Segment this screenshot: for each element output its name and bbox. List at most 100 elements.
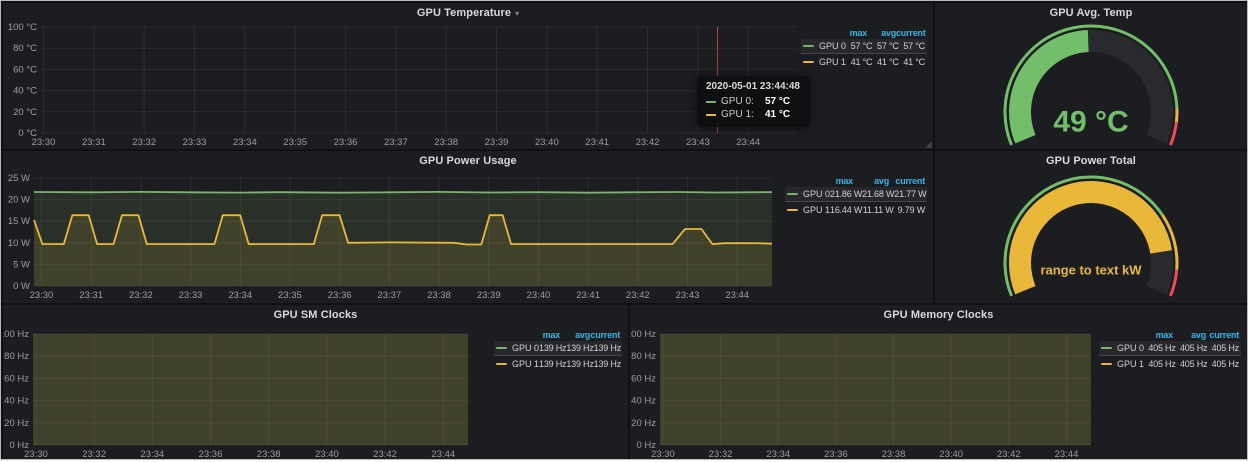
- x-axis-tick-label: 23:40: [527, 290, 551, 301]
- chart-gpu-power-usage[interactable]: 0 W5 W10 W15 W20 W25 W23:3023:3123:3223:…: [3, 171, 785, 303]
- panel-title-gpu-power-usage[interactable]: GPU Power Usage: [419, 155, 516, 167]
- legend-series-name[interactable]: GPU 1: [819, 57, 846, 67]
- y-axis-tick-label: 25 W: [8, 173, 30, 184]
- legend-series-name[interactable]: GPU 1: [803, 205, 830, 215]
- x-axis-tick-label: 23:32: [129, 290, 153, 301]
- legend-header-row: maxavgcurrent: [801, 26, 927, 39]
- chart-canvas[interactable]: 0 Hz20 Hz40 Hz60 Hz80 Hz100 Hz23:3023:32…: [630, 325, 1099, 459]
- legend-row-gpu-1[interactable]: GPU 1139 Hz139 Hz139 Hz: [494, 356, 622, 371]
- series-line-gpu-0: [34, 192, 772, 193]
- legend-row-gpu-1[interactable]: GPU 116.44 W11.11 W9.79 W: [785, 202, 927, 217]
- resize-handle[interactable]: [925, 141, 932, 148]
- legend-value: 139 Hz: [566, 343, 593, 353]
- legend-row-gpu-0[interactable]: GPU 0405 Hz405 Hz405 Hz: [1099, 341, 1241, 356]
- legend-header-row: maxavgcurrent: [1099, 328, 1241, 341]
- panel-title-gpu-temperature[interactable]: GPU Temperature: [417, 7, 511, 19]
- panel-title-gpu-power-total[interactable]: GPU Power Total: [1046, 155, 1136, 167]
- legend-series-name[interactable]: GPU 0: [1117, 343, 1144, 353]
- legend-value: 41 °C: [872, 57, 898, 67]
- x-axis-tick-label: 23:35: [283, 137, 307, 148]
- legend-series-color-dash: [1101, 363, 1112, 365]
- chart-gpu-sm-clocks[interactable]: 0 Hz20 Hz40 Hz60 Hz80 Hz100 Hz23:3023:32…: [3, 325, 494, 459]
- y-axis-tick-label: 0 W: [13, 281, 30, 292]
- gauge-canvas: 49 °C: [935, 23, 1247, 149]
- x-axis-tick-label: 23:38: [882, 449, 906, 459]
- tooltip-series-name: GPU 0:: [721, 95, 765, 108]
- legend-series-color-dash: [787, 193, 798, 195]
- x-axis-tick-label: 23:32: [132, 137, 156, 148]
- series-fill-gpu-1: [33, 334, 468, 445]
- legend-column-header-current: current: [889, 176, 925, 186]
- panel-header[interactable]: GPU Power Total: [935, 151, 1247, 171]
- chart-canvas[interactable]: 0 W5 W10 W15 W20 W25 W23:3023:3123:3223:…: [3, 171, 785, 303]
- chart-gpu-memory-clocks[interactable]: 0 Hz20 Hz40 Hz60 Hz80 Hz100 Hz23:3023:32…: [630, 325, 1099, 459]
- panel-header[interactable]: GPU Memory Clocks: [630, 305, 1247, 325]
- tooltip-series-row: GPU 1:41 °C: [706, 108, 800, 121]
- legend-value: 139 Hz: [539, 359, 566, 369]
- legend-row-gpu-1[interactable]: GPU 1405 Hz405 Hz405 Hz: [1099, 356, 1241, 371]
- x-axis-tick-label: 23:40: [939, 449, 963, 459]
- legend-series-color-dash: [1101, 347, 1112, 349]
- chevron-down-icon: ▾: [515, 9, 519, 18]
- legend-series-color-dash: [787, 209, 798, 211]
- legend-series-name[interactable]: GPU 0: [819, 41, 846, 51]
- legend-series-name[interactable]: GPU 1: [1117, 359, 1144, 369]
- x-axis-tick-label: 23:44: [725, 290, 749, 301]
- x-axis-tick-label: 23:40: [535, 137, 559, 148]
- tooltip-series-row: GPU 0:57 °C: [706, 95, 800, 108]
- panel-header[interactable]: GPU Temperature ▾: [3, 3, 933, 23]
- legend-gpu-sm-clocks: maxavgcurrentGPU 0139 Hz139 Hz139 HzGPU …: [494, 325, 628, 459]
- x-axis-tick-label: 23:38: [434, 137, 458, 148]
- panel-title-gpu-avg-temp[interactable]: GPU Avg. Temp: [1050, 7, 1133, 19]
- legend-series-name[interactable]: GPU 0: [512, 343, 539, 353]
- y-axis-tick-label: 20 W: [8, 195, 30, 206]
- x-axis-tick-label: 23:30: [32, 137, 56, 148]
- legend-value: 139 Hz: [594, 359, 621, 369]
- tooltip-series-color-dash: [706, 101, 716, 103]
- legend-value: 57 °C: [872, 41, 898, 51]
- legend-header-row: maxavgcurrent: [785, 174, 927, 187]
- legend-row-gpu-0[interactable]: GPU 0139 Hz139 Hz139 Hz: [494, 341, 622, 356]
- chart-canvas[interactable]: 0 Hz20 Hz40 Hz60 Hz80 Hz100 Hz23:3023:32…: [3, 325, 494, 459]
- legend-row-gpu-0[interactable]: GPU 021.86 W21.68 W21.77 W: [785, 187, 927, 202]
- y-axis-tick-label: 60 °C: [13, 64, 37, 75]
- legend-value: 41 °C: [846, 57, 872, 67]
- gauge-value-text: range to text kW: [1040, 263, 1142, 278]
- legend-value: 11.11 W: [862, 205, 893, 215]
- panel-header[interactable]: GPU SM Clocks: [3, 305, 628, 325]
- x-axis-tick-label: 23:41: [576, 290, 600, 301]
- legend-row-gpu-0[interactable]: GPU 057 °C57 °C57 °C: [801, 39, 927, 54]
- chart-canvas[interactable]: 0 °C20 °C40 °C60 °C80 °C100 °C23:3023:31…: [3, 23, 801, 149]
- x-axis-tick-label: 23:33: [183, 137, 207, 148]
- panel-header[interactable]: GPU Power Usage: [3, 151, 933, 171]
- y-axis-tick-label: 20 Hz: [631, 418, 656, 429]
- legend-series-color-dash: [803, 61, 814, 63]
- gauge-canvas: range to text kW: [935, 171, 1247, 303]
- x-axis-tick-label: 23:39: [477, 290, 501, 301]
- legend-value: 139 Hz: [539, 343, 566, 353]
- panel-header[interactable]: GPU Avg. Temp: [935, 3, 1247, 23]
- grafana-dashboard: GPU Temperature ▾ 0 °C20 °C40 °C60 °C80 …: [0, 0, 1248, 460]
- x-axis-tick-label: 23:31: [82, 137, 106, 148]
- legend-value: 21.86 W: [830, 189, 862, 199]
- y-axis-tick-label: 20 °C: [13, 107, 37, 118]
- x-axis-tick-label: 23:41: [585, 137, 609, 148]
- legend-value: 57 °C: [899, 41, 925, 51]
- legend-series-name[interactable]: GPU 1: [512, 359, 539, 369]
- gauge-value-text: 49 °C: [1053, 106, 1128, 139]
- legend-column-header-avg: avg: [1173, 330, 1206, 340]
- panel-title-gpu-memory-clocks[interactable]: GPU Memory Clocks: [884, 309, 994, 321]
- tooltip-series-name: GPU 1:: [721, 108, 765, 121]
- x-axis-tick-label: 23:33: [179, 290, 203, 301]
- panel-title-gpu-sm-clocks[interactable]: GPU SM Clocks: [274, 309, 358, 321]
- legend-value: 405 Hz: [1207, 359, 1239, 369]
- chart-gpu-temperature[interactable]: 0 °C20 °C40 °C60 °C80 °C100 °C23:3023:31…: [3, 23, 801, 149]
- tooltip-series-color-dash: [706, 114, 716, 116]
- panel-gpu-power-usage: GPU Power Usage 0 W5 W10 W15 W20 W25 W23…: [3, 151, 933, 303]
- tooltip-timestamp: 2020-05-01 23:44:48: [706, 81, 800, 92]
- x-axis-tick-label: 23:34: [140, 449, 164, 459]
- legend-series-name[interactable]: GPU 0: [803, 189, 830, 199]
- series-fill-gpu-1: [660, 334, 1091, 445]
- panel-gpu-sm-clocks: GPU SM Clocks 0 Hz20 Hz40 Hz60 Hz80 Hz10…: [3, 305, 628, 459]
- legend-row-gpu-1[interactable]: GPU 141 °C41 °C41 °C: [801, 54, 927, 69]
